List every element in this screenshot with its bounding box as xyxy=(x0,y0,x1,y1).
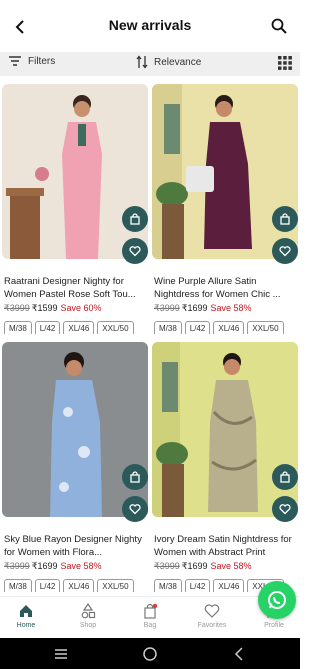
filter-sort-bar: Filters Relevance xyxy=(0,52,300,76)
product-image[interactable] xyxy=(152,84,298,259)
sale-price: ₹1699 xyxy=(181,561,208,571)
grid-view-icon[interactable] xyxy=(278,56,292,70)
size-chip[interactable]: XXL/50 xyxy=(97,321,134,334)
whatsapp-chat-button[interactable] xyxy=(258,581,296,619)
add-to-bag-button[interactable] xyxy=(272,464,298,490)
home-icon xyxy=(20,605,32,617)
nav-home[interactable]: Home xyxy=(1,603,51,629)
product-price: ₹3999 ₹1699 Save 58% xyxy=(154,303,252,314)
nav-label: Home xyxy=(16,622,36,629)
search-button[interactable] xyxy=(268,15,290,37)
product-price: ₹3999 ₹1699 Save 58% xyxy=(154,561,252,572)
product-price: ₹3999 ₹1599 Save 60% xyxy=(4,303,102,314)
bag-icon xyxy=(280,213,290,225)
nav-label: Bag xyxy=(143,622,157,629)
discount-badge: Save 58% xyxy=(210,561,252,571)
nav-favorites[interactable]: Favorites xyxy=(187,603,237,629)
home-circle-icon[interactable] xyxy=(142,646,158,662)
bag-icon xyxy=(130,213,140,225)
size-chip[interactable]: XL/46 xyxy=(63,579,95,592)
wishlist-button[interactable] xyxy=(122,496,148,522)
wishlist-button[interactable] xyxy=(122,238,148,264)
sort-label: Relevance xyxy=(154,56,202,68)
discount-badge: Save 58% xyxy=(210,303,252,313)
size-options: M/38L/42XL/46XXL/50 xyxy=(4,318,148,334)
nav-label: Profile xyxy=(264,622,284,629)
size-chip[interactable]: M/38 xyxy=(4,321,32,334)
heart-icon xyxy=(129,246,141,257)
recents-icon[interactable] xyxy=(53,646,69,662)
app-header: New arrivals xyxy=(0,0,300,52)
bag-icon xyxy=(280,471,290,483)
bottom-navigation: Home Shop Bag Favorites Profile xyxy=(0,596,300,638)
sort-arrows-icon xyxy=(136,55,148,69)
back-arrow-icon[interactable] xyxy=(232,646,248,662)
product-name[interactable]: Sky Blue Rayon Designer Nighty for Women… xyxy=(4,533,144,559)
add-to-bag-button[interactable] xyxy=(272,206,298,232)
system-navigation-bar xyxy=(0,638,300,669)
filters-button[interactable]: Filters xyxy=(8,55,55,67)
heart-icon xyxy=(279,246,291,257)
product-name[interactable]: Raatrani Designer Nighty for Women Paste… xyxy=(4,275,144,301)
size-chip[interactable]: M/38 xyxy=(4,579,32,592)
sale-price: ₹1699 xyxy=(181,303,208,313)
nav-label: Shop xyxy=(79,622,97,629)
size-options: M/38L/42XL/46XXL/50 xyxy=(154,318,298,334)
filters-label: Filters xyxy=(28,55,56,67)
dress-shape xyxy=(50,380,102,517)
original-price: ₹3999 xyxy=(4,561,30,571)
discount-badge: Save 60% xyxy=(60,303,102,313)
dress-shape xyxy=(208,380,258,512)
size-chip[interactable]: XL/46 xyxy=(213,579,245,592)
bag-icon xyxy=(130,471,140,483)
original-price: ₹3999 xyxy=(4,303,30,313)
product-image[interactable] xyxy=(2,84,148,259)
product-image[interactable] xyxy=(152,342,298,517)
original-price: ₹3999 xyxy=(154,303,180,313)
product-name[interactable]: Ivory Dream Satin Nightdress for Women w… xyxy=(154,533,294,559)
bag-icon xyxy=(144,603,158,619)
size-chip[interactable]: M/38 xyxy=(154,579,182,592)
size-options: M/38L/42XL/46XXL/50 xyxy=(4,576,148,592)
add-to-bag-button[interactable] xyxy=(122,464,148,490)
nav-shop[interactable]: Shop xyxy=(63,603,113,629)
size-chip[interactable]: L/42 xyxy=(34,321,61,334)
size-chip[interactable]: M/38 xyxy=(154,321,182,334)
whatsapp-icon xyxy=(268,591,286,609)
page-title: New arrivals xyxy=(108,17,192,33)
product-image[interactable] xyxy=(2,342,148,517)
filter-lines-icon xyxy=(9,56,21,66)
product-name[interactable]: Wine Purple Allure Satin Nightdress for … xyxy=(154,275,294,301)
sale-price: ₹1599 xyxy=(31,303,58,313)
original-price: ₹3999 xyxy=(154,561,180,571)
size-chip[interactable]: L/42 xyxy=(184,321,211,334)
nav-bag[interactable]: Bag xyxy=(125,603,175,629)
nav-label: Favorites xyxy=(197,622,227,629)
product-price: ₹3999 ₹1699 Save 58% xyxy=(4,561,102,572)
shapes-icon xyxy=(81,603,96,619)
sort-button[interactable]: Relevance xyxy=(136,55,201,69)
size-chip[interactable]: XL/46 xyxy=(213,321,245,334)
heart-icon xyxy=(279,504,291,515)
search-icon xyxy=(271,18,287,34)
size-chip[interactable]: L/42 xyxy=(184,579,211,592)
wishlist-button[interactable] xyxy=(272,238,298,264)
heart-icon xyxy=(204,604,220,618)
sale-price: ₹1699 xyxy=(31,561,58,571)
size-chip[interactable]: XL/46 xyxy=(63,321,95,334)
size-chip[interactable]: L/42 xyxy=(34,579,61,592)
size-chip[interactable]: XXL/50 xyxy=(247,321,284,334)
heart-icon xyxy=(129,504,141,515)
wishlist-button[interactable] xyxy=(272,496,298,522)
size-chip[interactable]: XXL/50 xyxy=(97,579,134,592)
discount-badge: Save 58% xyxy=(60,561,102,571)
add-to-bag-button[interactable] xyxy=(122,206,148,232)
